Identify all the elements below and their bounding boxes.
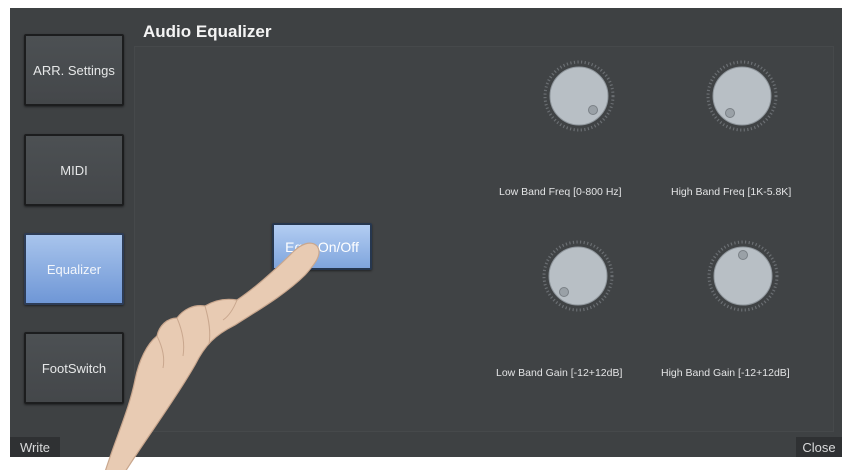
- knob-dial-icon: [542, 240, 614, 312]
- low-band-freq-knob[interactable]: [543, 60, 615, 132]
- high-band-gain-label: High Band Gain [-12+12dB]: [661, 367, 790, 379]
- close-button[interactable]: Close: [796, 437, 842, 457]
- knob-dial-icon: [543, 60, 615, 132]
- low-band-freq-label: Low Band Freq [0-800 Hz]: [499, 186, 622, 198]
- pointing-hand-icon: [105, 242, 320, 470]
- sidebar-item-label: Equalizer: [46, 261, 102, 277]
- sidebar-item-label: FootSwitch: [41, 360, 107, 376]
- close-button-label: Close: [802, 439, 836, 455]
- low-band-gain-label: Low Band Gain [-12+12dB]: [496, 367, 623, 379]
- write-button[interactable]: Write: [10, 437, 60, 457]
- sidebar-item-arr-settings[interactable]: ARR. Settings: [24, 34, 124, 106]
- write-button-label: Write: [19, 439, 51, 455]
- knob-dial-icon: [706, 60, 778, 132]
- sidebar-item-midi[interactable]: MIDI: [24, 134, 124, 206]
- high-band-freq-label: High Band Freq [1K-5.8K]: [671, 186, 792, 198]
- sidebar-item-label: ARR. Settings: [33, 62, 115, 78]
- high-band-freq-knob[interactable]: [706, 60, 778, 132]
- sidebar-item-label: MIDI: [60, 162, 88, 178]
- high-band-gain-knob[interactable]: [707, 240, 779, 312]
- low-band-gain-knob[interactable]: [542, 240, 614, 312]
- page-title: Audio Equalizer: [143, 22, 272, 41]
- knob-dial-icon: [707, 240, 779, 312]
